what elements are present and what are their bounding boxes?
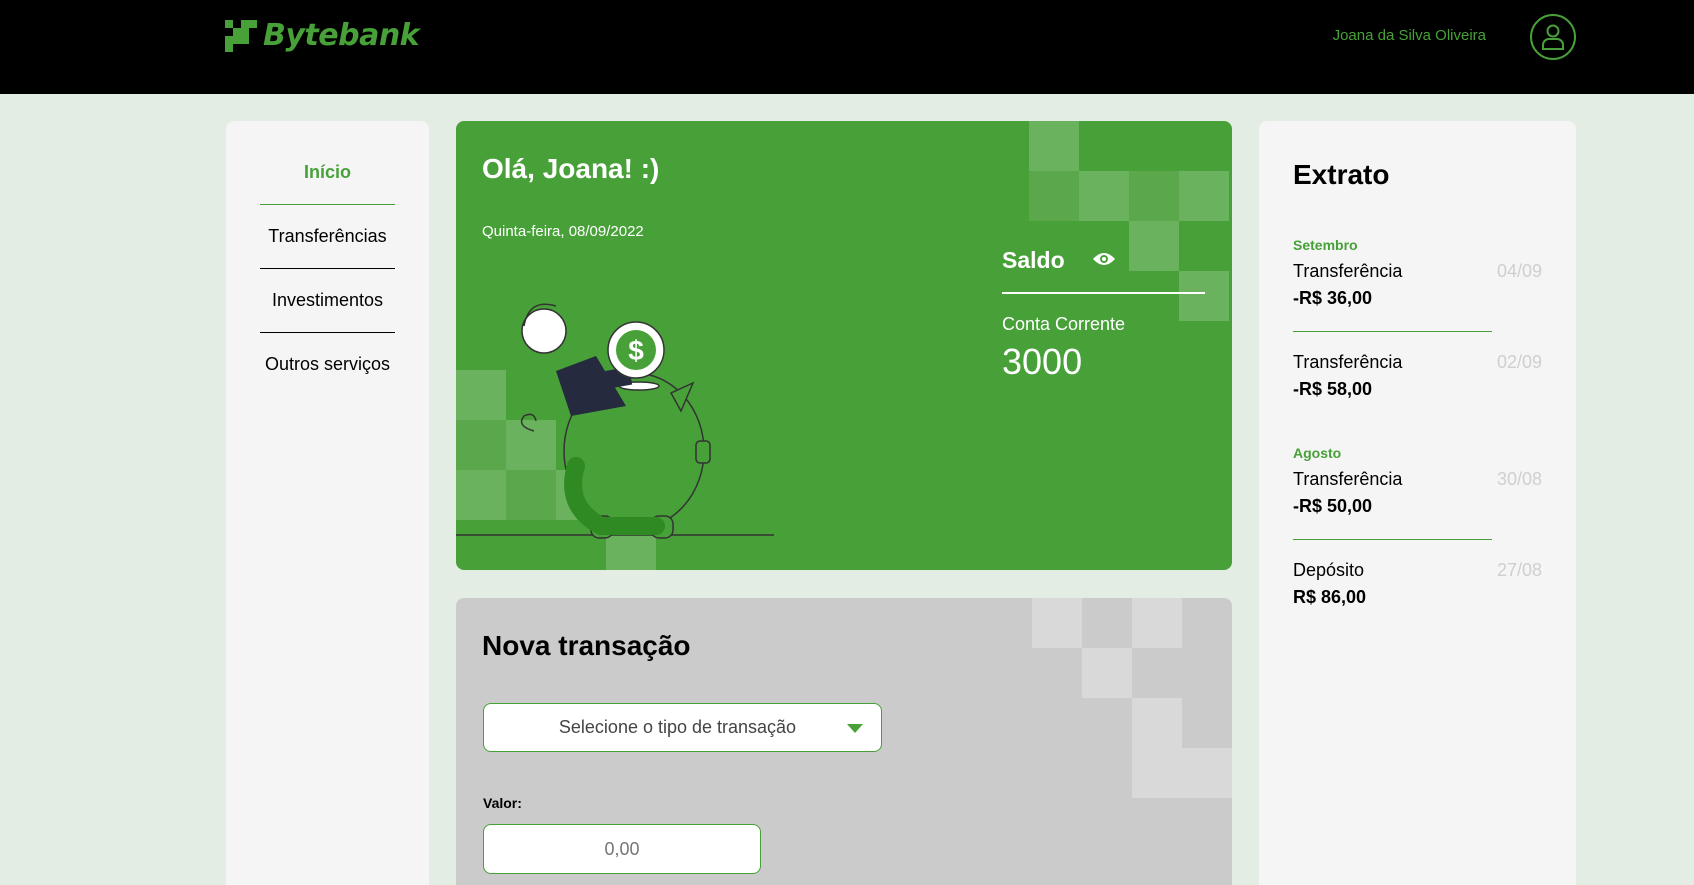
value-input[interactable] <box>483 824 761 874</box>
decor-square <box>1132 598 1182 648</box>
bytebank-logo-icon <box>225 19 257 52</box>
month-label: Setembro <box>1293 237 1358 253</box>
user-avatar-icon[interactable] <box>1530 14 1576 60</box>
nav-divider <box>260 268 395 269</box>
decor-square <box>1132 698 1182 748</box>
entry-amount: -R$ 58,00 <box>1293 379 1373 399</box>
decor-square <box>1029 171 1079 221</box>
sidebar-item-investimentos[interactable]: Investimentos <box>260 290 395 311</box>
decor-square <box>1029 121 1079 171</box>
saldo-divider <box>1002 292 1205 294</box>
statement-panel: Extrato Setembro Transferência 04/09 -R$… <box>1259 121 1576 885</box>
transaction-title: Nova transação <box>482 630 691 661</box>
transaction-type-select[interactable]: Selecione o tipo de transação <box>483 703 882 752</box>
account-balance: 3000 <box>1002 341 1083 382</box>
decor-square <box>1129 171 1179 221</box>
svg-text:$: $ <box>628 335 644 366</box>
entry-amount: -R$ 36,00 <box>1293 288 1373 308</box>
sidebar-item-transferencias[interactable]: Transferências <box>260 226 395 247</box>
entry-amount: -R$ 50,00 <box>1293 496 1373 516</box>
transaction-type-placeholder: Selecione o tipo de transação <box>558 717 797 737</box>
entry-date: 30/08 <box>1496 469 1542 489</box>
entry-type: Depósito <box>1293 560 1365 580</box>
decor-square <box>1079 171 1129 221</box>
new-transaction-card: Nova transação Selecione o tipo de trans… <box>456 598 1232 885</box>
entry-divider <box>1293 539 1492 540</box>
sidebar-item-outros-servicos[interactable]: Outros serviços <box>260 354 395 375</box>
user-name: Joana da Silva Oliveira <box>1332 27 1486 44</box>
sidebar-nav: Início Transferências Investimentos Outr… <box>226 121 429 885</box>
decor-square <box>1032 598 1082 648</box>
sidebar-item-inicio[interactable]: Início <box>260 162 395 183</box>
entry-type: Transferência <box>1293 469 1403 489</box>
decor-square <box>1132 748 1182 798</box>
saldo-label: Saldo <box>1002 247 1065 273</box>
value-label: Valor: <box>483 795 522 811</box>
entry-amount: R$ 86,00 <box>1293 587 1367 607</box>
entry-date: 02/09 <box>1496 352 1542 372</box>
chevron-down-icon <box>847 724 863 733</box>
greeting-title: Olá, Joana! :) <box>482 153 660 184</box>
top-header: Bytebank Joana da Silva Oliveira <box>0 0 1694 94</box>
current-date: Quinta-feira, 08/09/2022 <box>482 223 644 240</box>
brand-name: Bytebank <box>263 18 420 53</box>
brand-logo[interactable]: Bytebank <box>225 18 420 53</box>
statement-title: Extrato <box>1293 159 1390 190</box>
entry-divider <box>1293 331 1492 332</box>
piggy-bank-illustration: $ <box>456 303 774 539</box>
nav-divider <box>260 204 395 205</box>
balance-card: Olá, Joana! :) Quinta-feira, 08/09/2022 … <box>456 121 1232 570</box>
decor-square <box>1179 271 1229 321</box>
entry-type: Transferência <box>1293 352 1403 372</box>
account-label: Conta Corrente <box>1002 314 1126 334</box>
decor-square <box>1129 221 1179 271</box>
decor-square <box>1082 648 1132 698</box>
month-label: Agosto <box>1293 445 1342 461</box>
entry-type: Transferência <box>1293 261 1403 281</box>
eye-icon[interactable] <box>1092 251 1116 272</box>
decor-square <box>1182 748 1232 798</box>
entry-date: 27/08 <box>1496 560 1542 580</box>
decor-square <box>1179 171 1229 221</box>
nav-divider <box>260 332 395 333</box>
entry-date: 04/09 <box>1496 261 1542 281</box>
